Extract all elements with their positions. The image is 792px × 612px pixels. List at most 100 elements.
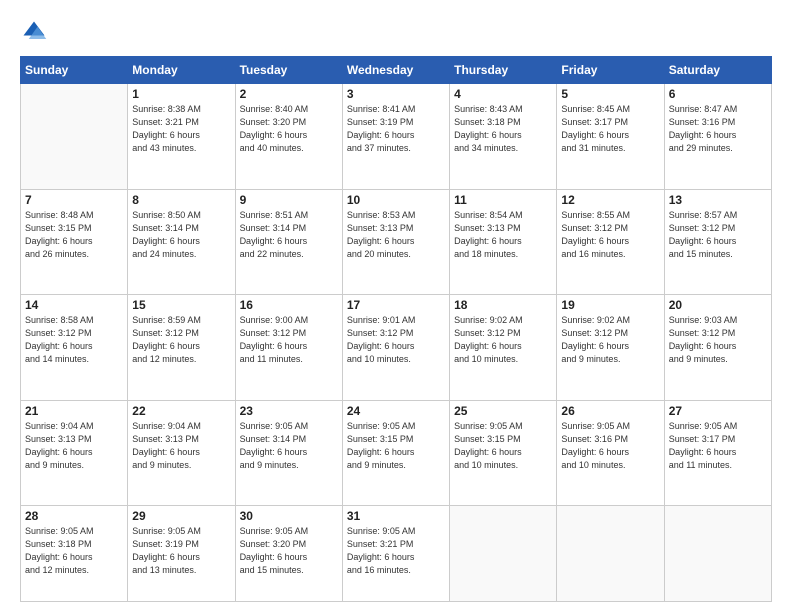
day-info: Sunrise: 9:04 AM Sunset: 3:13 PM Dayligh… [25, 420, 123, 472]
day-cell: 12 Sunrise: 8:55 AM Sunset: 3:12 PM Dayli… [557, 189, 664, 295]
day-number: 12 [561, 193, 659, 207]
day-info: Sunrise: 8:38 AM Sunset: 3:21 PM Dayligh… [132, 103, 230, 155]
day-info: Sunrise: 8:53 AM Sunset: 3:13 PM Dayligh… [347, 209, 445, 261]
day-number: 20 [669, 298, 767, 312]
day-info: Sunrise: 8:40 AM Sunset: 3:20 PM Dayligh… [240, 103, 338, 155]
week-row-1: 1 Sunrise: 8:38 AM Sunset: 3:21 PM Daylig… [21, 84, 772, 190]
day-cell [21, 84, 128, 190]
day-number: 4 [454, 87, 552, 101]
day-number: 31 [347, 509, 445, 523]
day-info: Sunrise: 8:55 AM Sunset: 3:12 PM Dayligh… [561, 209, 659, 261]
day-info: Sunrise: 9:04 AM Sunset: 3:13 PM Dayligh… [132, 420, 230, 472]
day-cell: 28 Sunrise: 9:05 AM Sunset: 3:18 PM Dayli… [21, 506, 128, 602]
day-cell: 26 Sunrise: 9:05 AM Sunset: 3:16 PM Dayli… [557, 400, 664, 506]
day-cell: 27 Sunrise: 9:05 AM Sunset: 3:17 PM Dayli… [664, 400, 771, 506]
day-number: 6 [669, 87, 767, 101]
day-number: 14 [25, 298, 123, 312]
weekday-header-wednesday: Wednesday [342, 57, 449, 84]
weekday-header-monday: Monday [128, 57, 235, 84]
day-cell [557, 506, 664, 602]
day-cell: 16 Sunrise: 9:00 AM Sunset: 3:12 PM Dayli… [235, 295, 342, 401]
day-info: Sunrise: 9:01 AM Sunset: 3:12 PM Dayligh… [347, 314, 445, 366]
day-cell: 19 Sunrise: 9:02 AM Sunset: 3:12 PM Dayli… [557, 295, 664, 401]
day-cell: 13Sunrise: 8:57 AM Sunset: 3:12 PM Dayli… [664, 189, 771, 295]
week-row-5: 28 Sunrise: 9:05 AM Sunset: 3:18 PM Dayli… [21, 506, 772, 602]
day-cell: 15 Sunrise: 8:59 AM Sunset: 3:12 PM Dayli… [128, 295, 235, 401]
day-number: 11 [454, 193, 552, 207]
day-cell: 21 Sunrise: 9:04 AM Sunset: 3:13 PM Dayli… [21, 400, 128, 506]
day-cell [664, 506, 771, 602]
page: SundayMondayTuesdayWednesdayThursdayFrid… [0, 0, 792, 612]
day-cell: 25 Sunrise: 9:05 AM Sunset: 3:15 PM Dayli… [450, 400, 557, 506]
day-info: Sunrise: 9:03 AM Sunset: 3:12 PM Dayligh… [669, 314, 767, 366]
week-row-4: 21 Sunrise: 9:04 AM Sunset: 3:13 PM Dayli… [21, 400, 772, 506]
weekday-header-tuesday: Tuesday [235, 57, 342, 84]
day-cell: 17Sunrise: 9:01 AM Sunset: 3:12 PM Dayli… [342, 295, 449, 401]
day-cell: 18 Sunrise: 9:02 AM Sunset: 3:12 PM Dayli… [450, 295, 557, 401]
weekday-header-sunday: Sunday [21, 57, 128, 84]
day-info: Sunrise: 9:05 AM Sunset: 3:20 PM Dayligh… [240, 525, 338, 577]
logo [20, 18, 52, 46]
day-cell: 30 Sunrise: 9:05 AM Sunset: 3:20 PM Dayli… [235, 506, 342, 602]
day-info: Sunrise: 8:47 AM Sunset: 3:16 PM Dayligh… [669, 103, 767, 155]
day-info: Sunrise: 8:50 AM Sunset: 3:14 PM Dayligh… [132, 209, 230, 261]
day-cell: 1 Sunrise: 8:38 AM Sunset: 3:21 PM Daylig… [128, 84, 235, 190]
day-number: 13 [669, 193, 767, 207]
day-cell: 3 Sunrise: 8:41 AM Sunset: 3:19 PM Daylig… [342, 84, 449, 190]
day-info: Sunrise: 9:05 AM Sunset: 3:15 PM Dayligh… [454, 420, 552, 472]
day-info: Sunrise: 8:41 AM Sunset: 3:19 PM Dayligh… [347, 103, 445, 155]
day-cell: 10 Sunrise: 8:53 AM Sunset: 3:13 PM Dayli… [342, 189, 449, 295]
weekday-header-thursday: Thursday [450, 57, 557, 84]
calendar-table: SundayMondayTuesdayWednesdayThursdayFrid… [20, 56, 772, 602]
day-info: Sunrise: 9:02 AM Sunset: 3:12 PM Dayligh… [454, 314, 552, 366]
day-cell: 24 Sunrise: 9:05 AM Sunset: 3:15 PM Dayli… [342, 400, 449, 506]
day-info: Sunrise: 9:05 AM Sunset: 3:21 PM Dayligh… [347, 525, 445, 577]
day-number: 28 [25, 509, 123, 523]
day-number: 26 [561, 404, 659, 418]
day-number: 8 [132, 193, 230, 207]
day-info: Sunrise: 9:00 AM Sunset: 3:12 PM Dayligh… [240, 314, 338, 366]
day-number: 27 [669, 404, 767, 418]
day-number: 16 [240, 298, 338, 312]
day-number: 9 [240, 193, 338, 207]
day-info: Sunrise: 9:05 AM Sunset: 3:19 PM Dayligh… [132, 525, 230, 577]
day-number: 21 [25, 404, 123, 418]
day-cell [450, 506, 557, 602]
day-number: 30 [240, 509, 338, 523]
day-number: 10 [347, 193, 445, 207]
day-info: Sunrise: 8:58 AM Sunset: 3:12 PM Dayligh… [25, 314, 123, 366]
day-info: Sunrise: 9:05 AM Sunset: 3:15 PM Dayligh… [347, 420, 445, 472]
day-cell: 22 Sunrise: 9:04 AM Sunset: 3:13 PM Dayli… [128, 400, 235, 506]
day-cell: 29 Sunrise: 9:05 AM Sunset: 3:19 PM Dayli… [128, 506, 235, 602]
day-cell: 2Sunrise: 8:40 AM Sunset: 3:20 PM Daylig… [235, 84, 342, 190]
day-number: 7 [25, 193, 123, 207]
day-info: Sunrise: 9:02 AM Sunset: 3:12 PM Dayligh… [561, 314, 659, 366]
day-number: 15 [132, 298, 230, 312]
day-info: Sunrise: 8:59 AM Sunset: 3:12 PM Dayligh… [132, 314, 230, 366]
weekday-header-friday: Friday [557, 57, 664, 84]
day-cell: 6 Sunrise: 8:47 AM Sunset: 3:16 PM Daylig… [664, 84, 771, 190]
day-cell: 14 Sunrise: 8:58 AM Sunset: 3:12 PM Dayli… [21, 295, 128, 401]
day-info: Sunrise: 8:54 AM Sunset: 3:13 PM Dayligh… [454, 209, 552, 261]
day-info: Sunrise: 9:05 AM Sunset: 3:16 PM Dayligh… [561, 420, 659, 472]
day-cell: 20 Sunrise: 9:03 AM Sunset: 3:12 PM Dayli… [664, 295, 771, 401]
day-number: 29 [132, 509, 230, 523]
day-number: 24 [347, 404, 445, 418]
day-info: Sunrise: 8:43 AM Sunset: 3:18 PM Dayligh… [454, 103, 552, 155]
day-cell: 7Sunrise: 8:48 AM Sunset: 3:15 PM Daylig… [21, 189, 128, 295]
day-cell: 5Sunrise: 8:45 AM Sunset: 3:17 PM Daylig… [557, 84, 664, 190]
week-row-2: 7Sunrise: 8:48 AM Sunset: 3:15 PM Daylig… [21, 189, 772, 295]
weekday-header-saturday: Saturday [664, 57, 771, 84]
day-info: Sunrise: 8:51 AM Sunset: 3:14 PM Dayligh… [240, 209, 338, 261]
day-number: 22 [132, 404, 230, 418]
day-info: Sunrise: 9:05 AM Sunset: 3:17 PM Dayligh… [669, 420, 767, 472]
day-number: 3 [347, 87, 445, 101]
day-cell: 8 Sunrise: 8:50 AM Sunset: 3:14 PM Daylig… [128, 189, 235, 295]
day-number: 1 [132, 87, 230, 101]
day-number: 25 [454, 404, 552, 418]
day-info: Sunrise: 8:45 AM Sunset: 3:17 PM Dayligh… [561, 103, 659, 155]
day-info: Sunrise: 9:05 AM Sunset: 3:18 PM Dayligh… [25, 525, 123, 577]
day-number: 18 [454, 298, 552, 312]
day-number: 19 [561, 298, 659, 312]
day-cell: 23Sunrise: 9:05 AM Sunset: 3:14 PM Dayli… [235, 400, 342, 506]
